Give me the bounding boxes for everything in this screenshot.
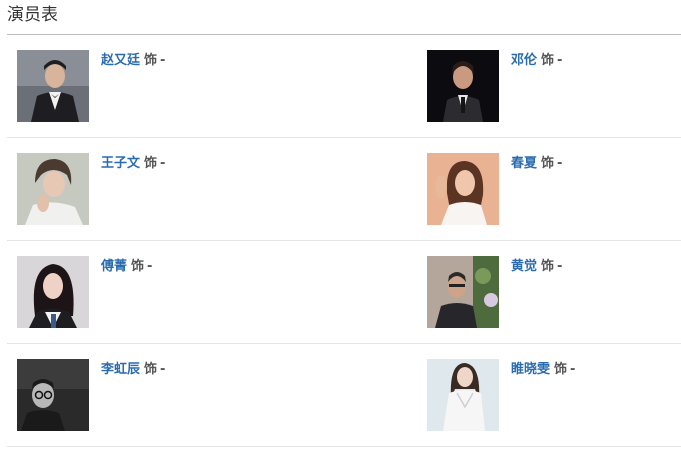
cast-item: 王子文饰 - [17, 153, 277, 233]
row-divider [7, 137, 681, 138]
actor-photo[interactable] [17, 153, 89, 225]
cast-info: 赵又廷饰 - [101, 52, 165, 70]
row-divider [7, 240, 681, 241]
actor-photo[interactable] [17, 256, 89, 328]
cast-info: 黄觉饰 - [511, 258, 562, 276]
actor-name-link[interactable]: 黄觉 [511, 259, 537, 274]
role-label: 饰 [554, 362, 568, 377]
role-value: - [557, 156, 563, 171]
role-value: - [147, 259, 153, 274]
cast-info: 王子文饰 - [101, 155, 165, 173]
actor-name-link[interactable]: 王子文 [101, 156, 140, 171]
actor-name-link[interactable]: 邓伦 [511, 53, 537, 68]
cast-item: 春夏饰 - [427, 153, 681, 233]
actor-name-link[interactable]: 睢晓雯 [511, 362, 550, 377]
actor-photo[interactable] [17, 359, 89, 431]
actor-name-link[interactable]: 李虹辰 [101, 362, 140, 377]
actor-photo[interactable] [427, 256, 499, 328]
cast-item: 邓伦饰 - [427, 50, 681, 130]
actor-photo[interactable] [17, 50, 89, 122]
actor-name-link[interactable]: 赵又廷 [101, 53, 140, 68]
cast-info: 睢晓雯饰 - [511, 361, 575, 379]
row-divider [7, 343, 681, 344]
role-label: 饰 [144, 362, 158, 377]
cast-info: 春夏饰 - [511, 155, 562, 173]
cast-item: 睢晓雯饰 - [427, 359, 681, 439]
cast-item: 黄觉饰 - [427, 256, 681, 336]
role-label: 饰 [541, 53, 555, 68]
cast-info: 傅菁饰 - [101, 258, 152, 276]
actor-name-link[interactable]: 春夏 [511, 156, 537, 171]
cast-info: 邓伦饰 - [511, 52, 562, 70]
cast-item: 赵又廷饰 - [17, 50, 277, 130]
role-value: - [557, 53, 563, 68]
role-label: 饰 [131, 259, 145, 274]
role-value: - [570, 362, 576, 377]
role-value: - [160, 362, 166, 377]
cast-item: 李虹辰饰 - [17, 359, 277, 439]
row-divider [7, 446, 681, 447]
role-value: - [557, 259, 563, 274]
role-label: 饰 [541, 156, 555, 171]
cast-item: 傅菁饰 - [17, 256, 277, 336]
actor-photo[interactable] [427, 359, 499, 431]
title-divider [7, 34, 681, 35]
actor-photo[interactable] [427, 50, 499, 122]
role-value: - [160, 156, 166, 171]
actor-name-link[interactable]: 傅菁 [101, 259, 127, 274]
role-label: 饰 [144, 53, 158, 68]
role-value: - [160, 53, 166, 68]
actor-photo[interactable] [427, 153, 499, 225]
cast-info: 李虹辰饰 - [101, 361, 165, 379]
role-label: 饰 [541, 259, 555, 274]
role-label: 饰 [144, 156, 158, 171]
section-title: 演员表 [7, 5, 58, 25]
